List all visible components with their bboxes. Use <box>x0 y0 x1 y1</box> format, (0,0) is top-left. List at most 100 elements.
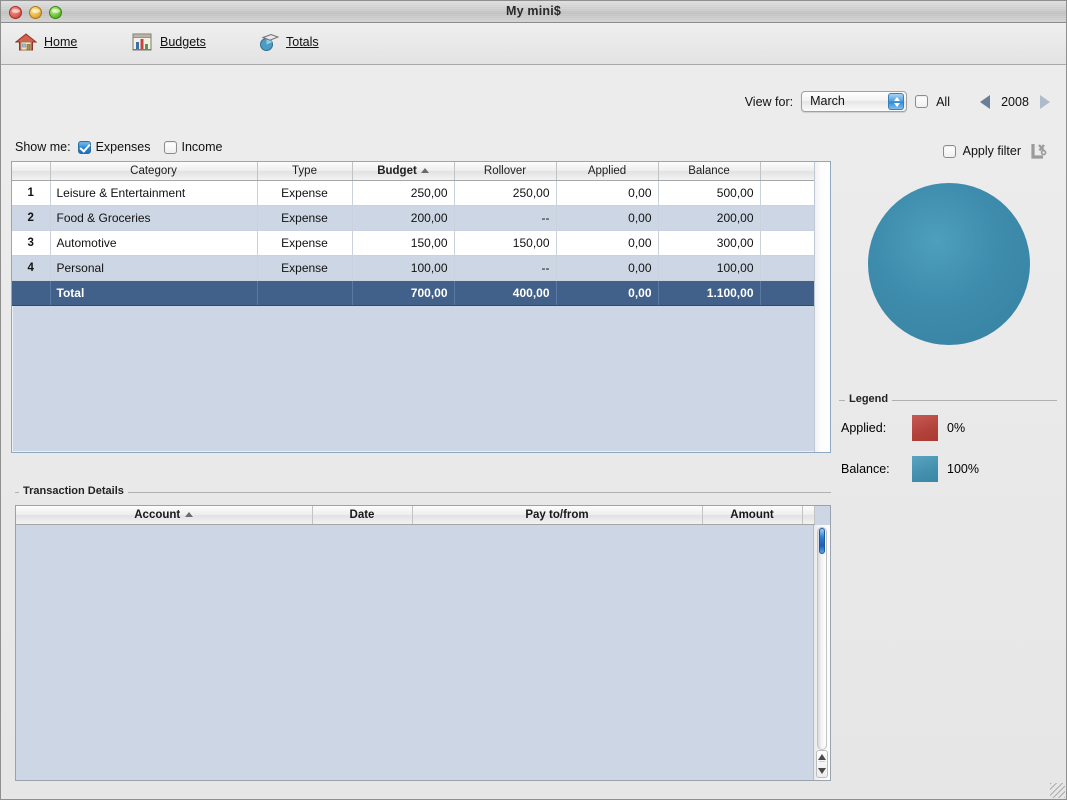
column-header-type[interactable]: Type <box>257 162 353 181</box>
sort-ascending-icon <box>420 168 429 174</box>
column-header-pay-to-from[interactable]: Pay to/from <box>412 506 703 525</box>
cell-rollover: 250,00 <box>454 180 557 206</box>
cell-applied: 0,00 <box>556 230 659 256</box>
column-header-budget-label: Budget <box>377 164 417 177</box>
transaction-details-table: Account Date Pay to/from Amount <box>16 506 815 525</box>
column-header-category[interactable]: Category <box>50 162 258 181</box>
cell-rollover: -- <box>454 205 557 231</box>
view-for-label: View for: <box>744 94 794 109</box>
column-header-applied[interactable]: Applied <box>556 162 659 181</box>
house-icon <box>14 31 38 53</box>
apply-filter-checkbox[interactable] <box>942 144 956 158</box>
month-select[interactable]: March <box>801 91 908 112</box>
sort-ascending-icon <box>185 512 194 518</box>
budget-table-vertical-scrollbar[interactable] <box>814 162 830 452</box>
column-header-budget[interactable]: Budget <box>352 162 455 181</box>
legend-balance-value: 100% <box>947 462 979 476</box>
toolbar-item-budgets[interactable]: Budgets <box>131 31 206 53</box>
column-header-account-label: Account <box>134 508 181 521</box>
scroll-down-icon[interactable] <box>818 768 826 774</box>
column-header-balance[interactable]: Balance <box>658 162 761 181</box>
cell-spacer <box>760 205 815 231</box>
window-title: My mini$ <box>505 4 562 18</box>
toolbar-item-totals-label: Totals <box>286 35 319 49</box>
income-label: Income <box>181 140 223 154</box>
all-label: All <box>936 94 950 109</box>
next-year-button[interactable] <box>1040 94 1050 109</box>
cell-rownum: 3 <box>12 230 51 256</box>
cell-balance: 300,00 <box>658 230 761 256</box>
cell-budget: 200,00 <box>352 205 455 231</box>
toolbar-item-totals[interactable]: Totals <box>257 31 319 53</box>
scroll-up-icon[interactable] <box>818 754 826 760</box>
apply-filter-label: Apply filter <box>962 144 1021 158</box>
app-window: My mini$ Home Budgets Totals View for: M… <box>0 0 1067 800</box>
budget-table-header-row: Category Type Budget Rollover Applied Ba… <box>12 162 815 181</box>
cell-type: Expense <box>257 205 353 231</box>
apply-filter-controls: Apply filter <box>942 140 1050 162</box>
column-header-date[interactable]: Date <box>312 506 413 525</box>
scrollbar-thumb[interactable] <box>819 528 825 554</box>
stepper-arrows-icon[interactable] <box>888 93 905 110</box>
legend-row-applied: Applied: 0% <box>841 415 965 441</box>
toolbar-item-home-label: Home <box>44 35 78 49</box>
all-checkbox[interactable] <box>915 95 929 108</box>
scrollbar-button-divider <box>819 761 825 762</box>
table-row[interactable]: 3 Automotive Expense 150,00 150,00 0,00 … <box>12 230 815 256</box>
show-me-label: Show me: <box>15 140 71 154</box>
cell-applied: 0,00 <box>556 255 659 281</box>
cell-total-spacer <box>760 279 815 306</box>
cell-rollover: 150,00 <box>454 230 557 256</box>
scrollbar-trough[interactable] <box>817 527 827 750</box>
previous-year-button[interactable] <box>980 94 990 109</box>
legend-balance-label: Balance: <box>841 462 890 476</box>
scrollbar-stepper-buttons[interactable] <box>816 750 828 778</box>
cell-total-applied: 0,00 <box>556 279 659 306</box>
expenses-checkbox[interactable] <box>77 140 91 154</box>
column-header-tx-spacer <box>802 506 815 525</box>
cell-category: Leisure & Entertainment <box>50 180 258 206</box>
transaction-details-panel: Account Date Pay to/from Amount <box>15 505 831 781</box>
column-header-rownum[interactable] <box>12 162 51 181</box>
column-header-rollover[interactable]: Rollover <box>454 162 557 181</box>
table-total-row: Total 700,00 400,00 0,00 1.100,00 <box>12 279 815 306</box>
budget-table-panel: Category Type Budget Rollover Applied Ba… <box>11 161 831 453</box>
legend-applied-swatch <box>912 415 938 441</box>
column-header-amount[interactable]: Amount <box>702 506 803 525</box>
title-bar: My mini$ <box>1 1 1066 23</box>
column-header-spacer <box>760 162 815 181</box>
legend-group: Legend Applied: 0% Balance: 100% <box>839 393 1057 489</box>
show-me-controls: Show me: Expenses Income <box>15 140 223 154</box>
filter-tool-icon[interactable] <box>1028 140 1050 162</box>
cell-applied: 0,00 <box>556 205 659 231</box>
transaction-details-frame-line <box>15 492 831 493</box>
cell-type: Expense <box>257 180 353 206</box>
table-row[interactable]: 2 Food & Groceries Expense 200,00 -- 0,0… <box>12 205 815 231</box>
cell-rownum: 4 <box>12 255 51 281</box>
budget-table-body: 1 Leisure & Entertainment Expense 250,00… <box>12 180 815 306</box>
month-select-value: March <box>810 94 845 108</box>
income-checkbox[interactable] <box>163 140 177 154</box>
legend-row-balance: Balance: 100% <box>841 456 979 482</box>
cell-budget: 150,00 <box>352 230 455 256</box>
cell-total-type <box>257 279 353 306</box>
toolbar-item-home[interactable]: Home <box>14 31 78 53</box>
cell-applied: 0,00 <box>556 180 659 206</box>
cell-type: Expense <box>257 230 353 256</box>
cell-spacer <box>760 230 815 256</box>
column-header-account[interactable]: Account <box>16 506 313 525</box>
table-row[interactable]: 4 Personal Expense 100,00 -- 0,00 100,00 <box>12 255 815 281</box>
legend-title: Legend <box>845 393 893 405</box>
cell-balance: 100,00 <box>658 255 761 281</box>
cell-total-budget: 700,00 <box>352 279 455 306</box>
cell-budget: 250,00 <box>352 180 455 206</box>
table-row[interactable]: 1 Leisure & Entertainment Expense 250,00… <box>12 180 815 206</box>
expenses-label: Expenses <box>95 140 151 154</box>
cell-type: Expense <box>257 255 353 281</box>
window-resize-grip[interactable] <box>1050 783 1065 798</box>
cell-balance: 500,00 <box>658 180 761 206</box>
cell-spacer <box>760 255 815 281</box>
cell-spacer <box>760 180 815 206</box>
main-toolbar: Home Budgets Totals <box>1 23 1066 65</box>
transaction-vertical-scrollbar[interactable] <box>813 525 830 780</box>
